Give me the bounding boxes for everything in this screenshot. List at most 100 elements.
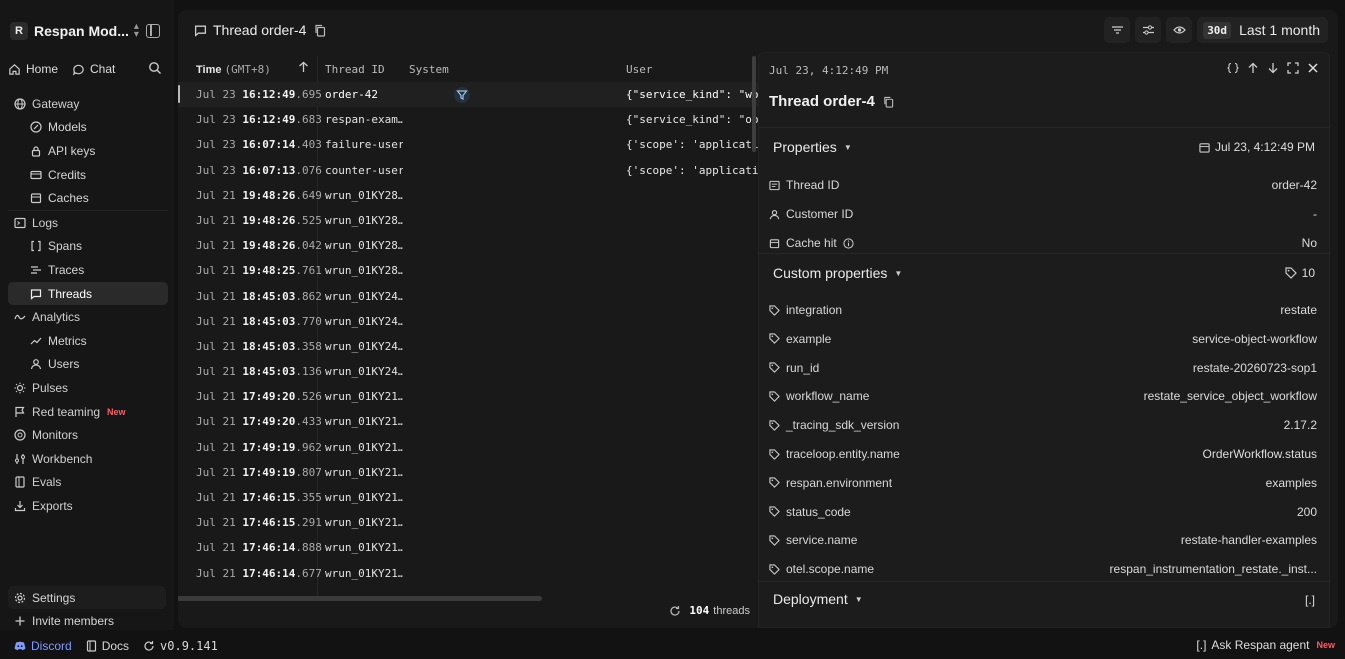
- sidebar-item-api-keys[interactable]: API keys: [8, 139, 168, 163]
- models-icon: [30, 121, 42, 133]
- arrow-up-icon[interactable]: [1247, 62, 1259, 74]
- sidebar-item-credits[interactable]: Credits: [8, 163, 168, 187]
- table-row[interactable]: Jul 21 19:48:26.649 wrun_01KY28…: [178, 183, 758, 208]
- date-range-selector[interactable]: 30d Last 1 month: [1197, 17, 1328, 43]
- workspace-switcher[interactable]: R Respan Mod... ▴ ▾: [8, 18, 168, 44]
- sidebar-item-logs[interactable]: Logs: [8, 211, 168, 235]
- horizontal-scrollbar[interactable]: [178, 596, 542, 601]
- table-row[interactable]: Jul 21 19:48:25.761 wrun_01KY28…: [178, 258, 758, 283]
- top-bar: Thread order-4 30d Last 1 month: [178, 10, 1338, 50]
- column-header-system[interactable]: System: [409, 63, 449, 76]
- properties-section-toggle[interactable]: Properties ▼: [773, 139, 852, 155]
- ask-agent-button[interactable]: [.] Ask Respan agent New: [1196, 638, 1335, 652]
- credit-card-icon: [30, 170, 42, 179]
- column-header-user[interactable]: User: [626, 63, 653, 76]
- sidebar-item-analytics[interactable]: Analytics: [8, 305, 168, 329]
- table-row[interactable]: Jul 23 16:07:14.403 failure-user {'scope':…: [178, 132, 758, 157]
- visibility-button[interactable]: [1166, 17, 1193, 43]
- thread-count-value: 104: [689, 604, 710, 617]
- sidebar-item-pulses[interactable]: Pulses: [8, 376, 168, 400]
- table-row[interactable]: Jul 21 18:45:03.136 wrun_01KY24…: [178, 359, 758, 384]
- deployment-expand-icon[interactable]: [.]: [1305, 593, 1315, 607]
- sidebar-toggle-icon[interactable]: [146, 24, 160, 38]
- copy-icon[interactable]: [314, 24, 326, 37]
- property-value: restate_service_object_workflow: [1143, 389, 1317, 404]
- table-row[interactable]: Jul 21 18:45:03.358 wrun_01KY24…: [178, 334, 758, 359]
- table-row[interactable]: Jul 21 17:49:19.807 wrun_01KY21…: [178, 460, 758, 485]
- tag-icon: [769, 448, 780, 460]
- table-row[interactable]: Jul 21 18:45:03.862 wrun_01KY24…: [178, 284, 758, 309]
- sidebar-item-users[interactable]: Users: [8, 353, 168, 377]
- archive-icon: [769, 238, 780, 248]
- table-row[interactable]: Jul 21 19:48:26.525 wrun_01KY28…: [178, 208, 758, 233]
- info-icon[interactable]: [843, 237, 854, 249]
- sidebar-item-metrics[interactable]: Metrics: [8, 329, 168, 353]
- property-key-label: workflow_name: [786, 389, 870, 404]
- hms-text: 18:45:03: [242, 365, 296, 379]
- expand-icon[interactable]: [1287, 62, 1299, 74]
- sidebar-item-red-teaming[interactable]: Red teaming New: [8, 400, 168, 424]
- property-key-label: otel.scope.name: [786, 562, 875, 577]
- table-row[interactable]: Jul 21 17:46:14.677 wrun_01KY21…: [178, 561, 758, 586]
- column-header-thread-id[interactable]: Thread ID: [325, 63, 385, 76]
- property-key-label: run_id: [786, 360, 820, 375]
- sidebar-item-evals[interactable]: Evals: [8, 471, 168, 495]
- display-settings-button[interactable]: [1135, 17, 1162, 43]
- vertical-scrollbar[interactable]: [752, 56, 756, 152]
- custom-property-row: run_id restate-20260723-sop1: [769, 358, 1321, 378]
- sort-arrow-up-icon[interactable]: [298, 61, 309, 73]
- sidebar-item-spans[interactable]: Spans: [8, 235, 168, 259]
- filter-lines-icon: [1111, 26, 1123, 34]
- sidebar-item-monitors[interactable]: Monitors: [8, 423, 168, 447]
- table-row[interactable]: Jul 21 17:46:14.888 wrun_01KY21…: [178, 535, 758, 560]
- docs-link[interactable]: Docs: [86, 639, 129, 653]
- table-row[interactable]: Jul 23 16:12:49.683 respan-exam… {"service…: [178, 107, 758, 132]
- ms-text: .683: [295, 113, 322, 127]
- settings-button[interactable]: Settings: [8, 586, 166, 609]
- thread-id-cell: wrun_01KY21…: [325, 440, 403, 454]
- custom-property-row: status_code 200: [769, 502, 1321, 522]
- close-icon[interactable]: [1307, 62, 1319, 74]
- ms-text: .862: [295, 289, 322, 303]
- table-row[interactable]: Jul 21 17:49:20.526 wrun_01KY21…: [178, 384, 758, 409]
- table-row[interactable]: Jul 21 17:49:20.433 wrun_01KY21…: [178, 409, 758, 434]
- home-link[interactable]: Home: [8, 62, 58, 76]
- chat-link[interactable]: Chat: [72, 62, 115, 76]
- invite-members-button[interactable]: Invite members: [8, 610, 166, 632]
- sidebar-item-caches[interactable]: Caches: [8, 186, 168, 210]
- version-link[interactable]: v0.9.141: [143, 639, 218, 653]
- sidebar-item-models[interactable]: Models: [8, 116, 168, 140]
- copy-icon[interactable]: [883, 96, 894, 108]
- refresh-icon[interactable]: [669, 605, 681, 617]
- hms-text: 19:48:26: [242, 239, 296, 253]
- sidebar-item-threads[interactable]: Threads: [8, 281, 168, 306]
- thread-id-cell: failure-user: [325, 138, 403, 152]
- table-row[interactable]: Jul 21 17:46:15.355 wrun_01KY21…: [178, 485, 758, 510]
- arrow-down-icon[interactable]: [1267, 62, 1279, 74]
- table-row[interactable]: Jul 23 16:07:13.076 counter-user {'scope':…: [178, 158, 758, 183]
- filter-button[interactable]: [1104, 17, 1131, 43]
- docs-label: Docs: [101, 638, 130, 653]
- thread-id-cell: counter-user: [325, 163, 403, 177]
- json-view-icon[interactable]: [1227, 62, 1239, 74]
- sidebar-item-workbench[interactable]: Workbench: [8, 447, 168, 471]
- filter-funnel-icon[interactable]: [454, 87, 470, 103]
- tag-icon: [769, 506, 780, 517]
- column-header-time[interactable]: Time (GMT+8): [196, 63, 271, 76]
- search-button[interactable]: [148, 61, 162, 75]
- time-cell: Jul 21 18:45:03.358: [196, 340, 322, 353]
- sidebar-item-gateway[interactable]: Gateway: [8, 92, 168, 116]
- threads-table: Time (GMT+8) Thread ID System User Jul 2…: [178, 56, 758, 596]
- workspace-name: Respan Mod...: [34, 23, 129, 39]
- table-row[interactable]: Jul 21 19:48:26.042 wrun_01KY28…: [178, 233, 758, 258]
- table-row[interactable]: Jul 21 17:49:19.962 wrun_01KY21…: [178, 435, 758, 460]
- sidebar-item-traces[interactable]: Traces: [8, 258, 168, 282]
- discord-link[interactable]: Discord: [14, 639, 72, 653]
- table-row[interactable]: Jul 21 18:45:03.770 wrun_01KY24…: [178, 309, 758, 334]
- search-icon: [149, 62, 161, 74]
- custom-properties-section-toggle[interactable]: Custom properties ▼: [773, 265, 902, 281]
- table-row[interactable]: Jul 21 17:46:15.291 wrun_01KY21…: [178, 510, 758, 535]
- deployment-section-toggle[interactable]: Deployment ▼: [773, 591, 863, 607]
- sidebar-item-exports[interactable]: Exports: [8, 494, 168, 518]
- invite-label: Invite members: [32, 614, 115, 628]
